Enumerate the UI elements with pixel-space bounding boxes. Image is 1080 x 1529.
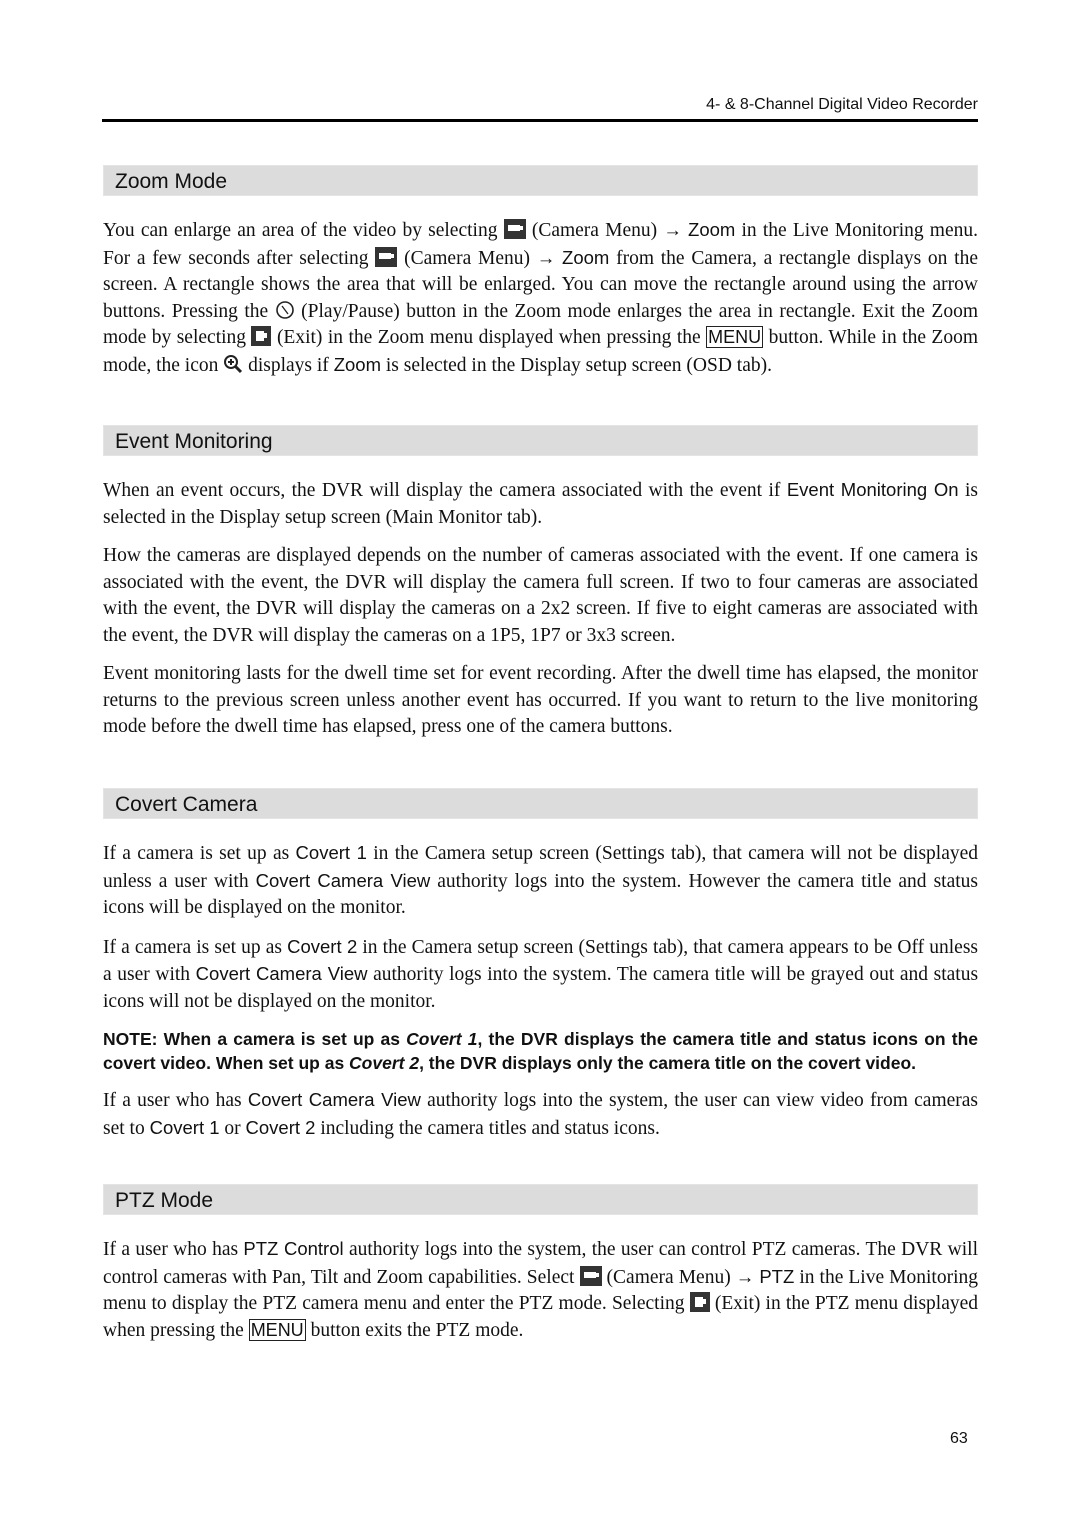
ui-term: Event Monitoring On [786, 479, 959, 500]
emphasis: Covert 2 [349, 1053, 420, 1073]
exit-icon [689, 1292, 710, 1312]
text: or [224, 1117, 241, 1139]
paragraph: Event monitoring lasts for the dwell tim… [103, 663, 978, 737]
text: including the camera titles and status i… [320, 1117, 660, 1139]
paragraph: How the cameras are displayed depends on… [103, 545, 978, 646]
running-header: 4- & 8-Channel Digital Video Recorder [706, 96, 978, 113]
text: If a camera is set up as [103, 843, 290, 864]
ui-term: Zoom [333, 353, 381, 375]
text: When an event occurs, the DVR will displ… [103, 480, 781, 501]
text: If a user who has [103, 1090, 242, 1111]
text: displays if [248, 354, 329, 376]
ui-term: PTZ Control [243, 1238, 344, 1259]
ui-term: Zoom [562, 246, 610, 268]
paragraph: If a camera is set up as Covert 2 in the… [103, 934, 978, 1016]
header-rule [102, 119, 978, 122]
paragraph: If a camera is set up as Covert 1 in the… [103, 840, 978, 922]
ui-term: Covert Camera View [255, 869, 431, 891]
section-heading: PTZ Mode [103, 1184, 978, 1215]
arrow-icon: → [663, 219, 682, 240]
text: (Camera Menu) [404, 247, 530, 269]
text: If a user who has [103, 1239, 239, 1260]
paragraph: You can enlarge an area of the video by … [103, 217, 978, 379]
menu-key: MENU [706, 326, 764, 348]
camera-menu-icon [503, 219, 526, 239]
camera-menu-icon [375, 246, 398, 267]
note: NOTE: When a camera is set up as Covert … [103, 1027, 978, 1075]
text: (Exit) in the Zoom menu displayed when p… [276, 327, 701, 348]
ui-term: Covert Camera View [195, 963, 368, 984]
exit-icon [251, 326, 272, 346]
section-heading: Covert Camera [103, 788, 978, 819]
section-ptz-mode: PTZ Mode If a user who has PTZ Control a… [103, 1184, 978, 1344]
camera-menu-icon [579, 1265, 602, 1286]
emphasis: Covert 1 [406, 1029, 478, 1049]
text: , the DVR displays only the camera title… [419, 1053, 917, 1073]
text: NOTE: When a camera is set up as [103, 1029, 400, 1049]
text: button exits the PTZ mode. [310, 1319, 524, 1341]
arrow-icon: → [735, 1265, 755, 1287]
section-covert-camera: Covert Camera If a camera is set up as C… [103, 788, 978, 1142]
ui-term: Covert 2 [245, 1116, 316, 1138]
section-heading: Zoom Mode [103, 165, 978, 196]
menu-key: MENU [248, 1318, 306, 1341]
zoom-in-icon [224, 354, 243, 373]
ui-term: Zoom [688, 219, 736, 240]
ui-term: Covert 2 [287, 935, 358, 957]
text: You can enlarge an area of the video by … [103, 220, 498, 241]
section-heading: Event Monitoring [103, 425, 978, 456]
page-number: 63 [950, 1430, 968, 1447]
paragraph: When an event occurs, the DVR will displ… [103, 477, 978, 531]
text: (Camera Menu) [606, 1266, 731, 1288]
section-event-monitoring: Event Monitoring When an event occurs, t… [103, 425, 978, 741]
ui-term: Covert Camera View [247, 1089, 421, 1110]
paragraph: If a user who has PTZ Control authority … [103, 1236, 978, 1344]
play-pause-icon [275, 300, 294, 319]
paragraph: If a user who has Covert Camera View aut… [103, 1087, 978, 1142]
ui-term: Covert 1 [149, 1116, 220, 1138]
ui-term: Covert 1 [295, 842, 367, 863]
ui-term: PTZ [759, 1265, 795, 1287]
section-zoom-mode: Zoom Mode You can enlarge an area of the… [103, 165, 978, 379]
text: (Camera Menu) [531, 220, 658, 241]
text: is selected in the Display setup screen … [385, 354, 772, 376]
text: If a camera is set up as [103, 936, 282, 958]
arrow-icon: → [536, 246, 556, 268]
